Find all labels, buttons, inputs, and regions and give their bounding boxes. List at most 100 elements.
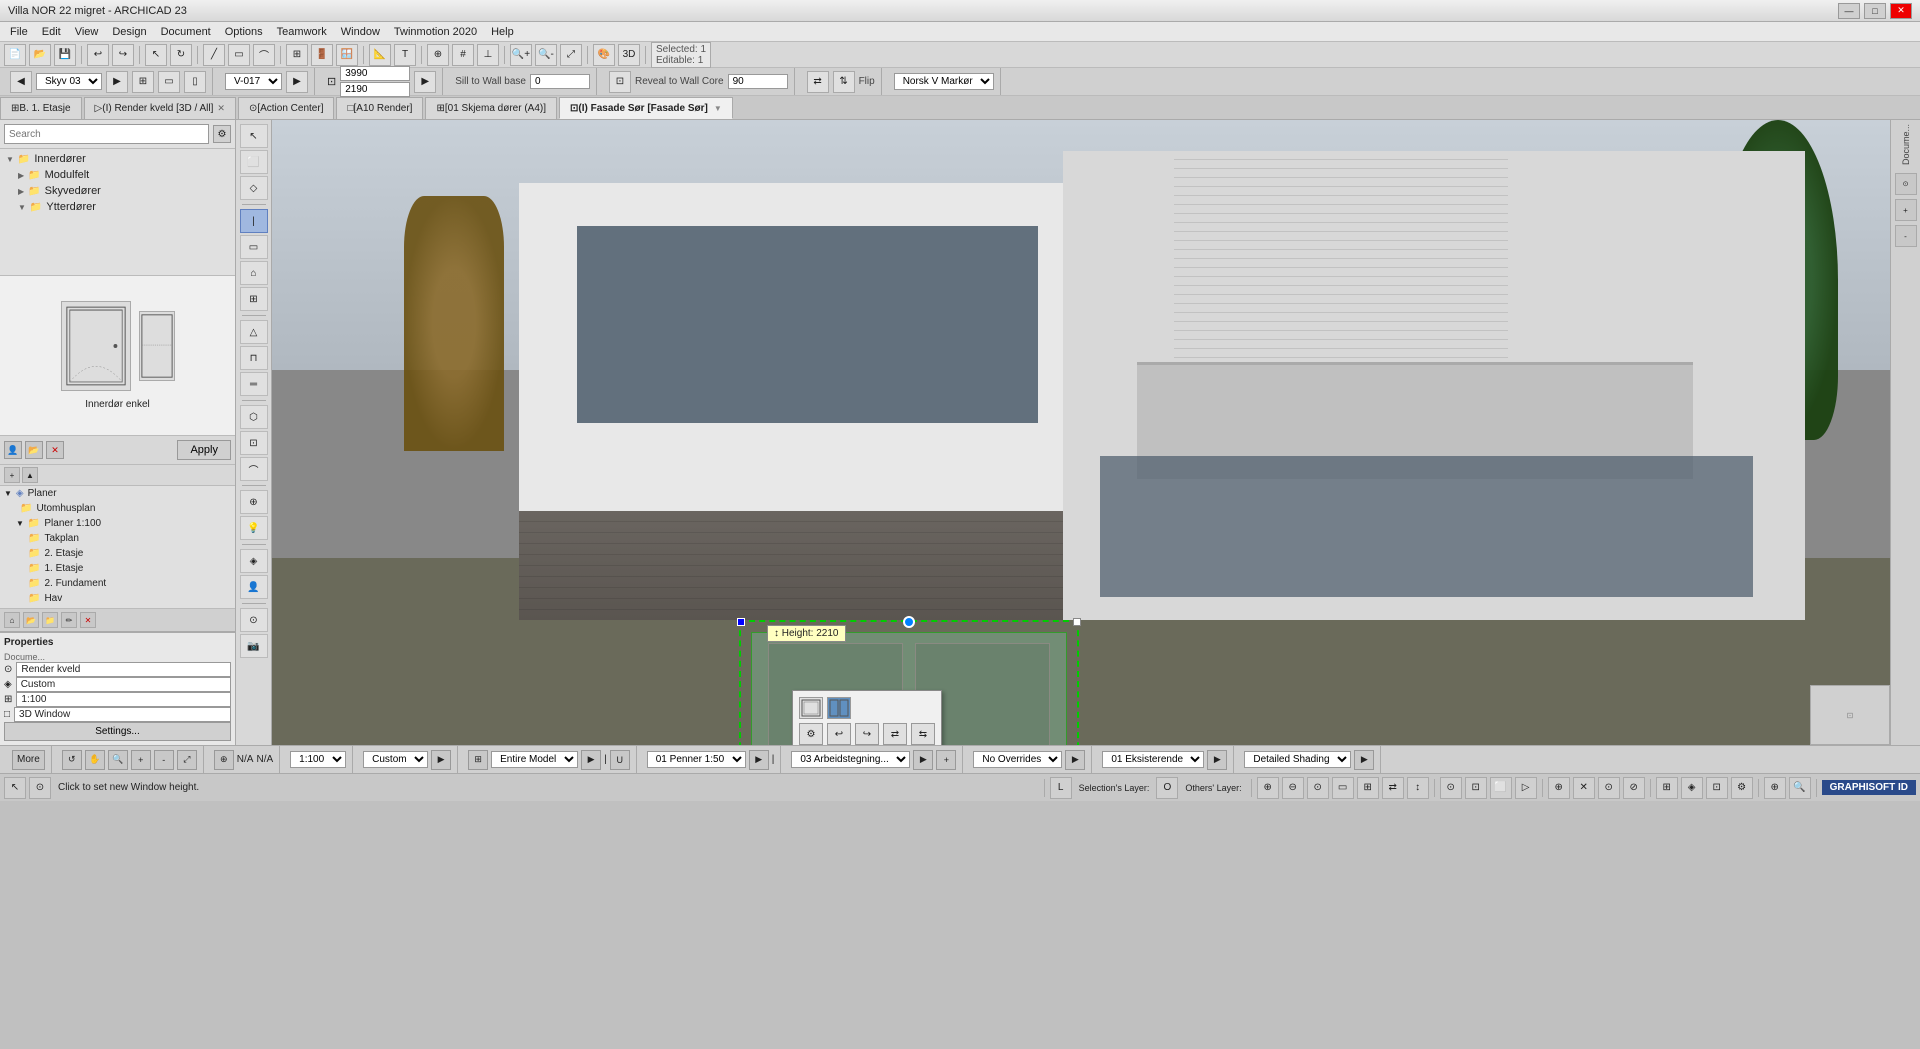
model-extra-btn[interactable]: U: [610, 750, 630, 770]
reveal-icon-btn[interactable]: ⊡: [609, 71, 631, 93]
menu-options[interactable]: Options: [219, 25, 269, 39]
sb2-extra-2[interactable]: ⊖: [1282, 777, 1304, 799]
sb2-extra-8[interactable]: ⊕: [1548, 777, 1570, 799]
nav-add-btn[interactable]: +: [4, 467, 20, 483]
layer-edit-btn[interactable]: ✏: [61, 612, 77, 628]
sb2-extra-4[interactable]: ▭: [1332, 777, 1354, 799]
menu-document[interactable]: Document: [155, 25, 217, 39]
sb2-extra-12[interactable]: ⊞: [1656, 777, 1678, 799]
penner-dropdown[interactable]: 01 Penner 1:50: [647, 751, 746, 768]
menu-teamwork[interactable]: Teamwork: [271, 25, 333, 39]
graphisoft-logo[interactable]: GRAPHISOFT ID: [1822, 780, 1916, 795]
tab-action-center[interactable]: ⊙ [Action Center]: [238, 97, 335, 119]
tab-fasade-sor[interactable]: ⊡ (I) Fasade Sør [Fasade Sør] ▼: [559, 97, 733, 119]
door-tool[interactable]: 🚪: [311, 44, 333, 66]
view-type-2[interactable]: ▭: [158, 71, 180, 93]
tab-a10-render[interactable]: □ [A10 Render]: [336, 97, 423, 119]
3d-btn[interactable]: 3D: [618, 44, 640, 66]
search-gear-btn[interactable]: ⚙: [213, 125, 231, 143]
tree-item-ytterdorer[interactable]: ▼ 📁 Ytterdører: [2, 199, 233, 215]
door-thumbnail-alt[interactable]: [139, 311, 175, 381]
layer-planer-100[interactable]: ▼ 📁 Planer 1:100: [0, 516, 235, 531]
existing-dropdown[interactable]: 01 Eksisterende: [1102, 751, 1204, 768]
more-label[interactable]: More: [12, 750, 45, 770]
slab-btn[interactable]: ▭: [240, 235, 268, 259]
menu-window[interactable]: Window: [335, 25, 386, 39]
arbeid-extra-btn[interactable]: +: [936, 750, 956, 770]
sb2-extra-9[interactable]: ✕: [1573, 777, 1595, 799]
view-type-1[interactable]: ⊞: [132, 71, 154, 93]
tree-item-modulfelt[interactable]: ▶ 📁 Modulfelt: [2, 167, 233, 183]
custom-arrow-btn[interactable]: ▶: [431, 750, 451, 770]
menu-edit[interactable]: Edit: [36, 25, 67, 39]
layer-takplan-1[interactable]: 📁 Takplan: [0, 531, 235, 546]
maximize-button[interactable]: □: [1864, 3, 1886, 19]
layer-utomhusplan[interactable]: 📁 Utomhusplan: [0, 501, 235, 516]
model-icon-btn[interactable]: ⊞: [468, 750, 488, 770]
object-btn[interactable]: ⊕: [240, 490, 268, 514]
menu-twinmotion[interactable]: Twinmotion 2020: [388, 25, 483, 39]
wall-tool[interactable]: ⊞: [286, 44, 308, 66]
settings-button[interactable]: Settings...: [4, 722, 231, 741]
doc-btn-3[interactable]: -: [1895, 225, 1917, 247]
magic-wand-btn[interactable]: ◇: [240, 176, 268, 200]
undo-btn[interactable]: ↩: [87, 44, 109, 66]
fit-all-btn[interactable]: ⤢: [177, 750, 197, 770]
doc-btn-1[interactable]: ⊙: [1895, 173, 1917, 195]
menu-view[interactable]: View: [69, 25, 105, 39]
beam-btn[interactable]: ═: [240, 372, 268, 396]
popup-double-btn[interactable]: [827, 697, 851, 719]
roof-btn[interactable]: ⌂: [240, 261, 268, 285]
sb2-extra-6[interactable]: ⇄: [1382, 777, 1404, 799]
override-arrow-btn[interactable]: ▶: [1065, 750, 1085, 770]
sb2-toggle-1[interactable]: ⊙: [1440, 777, 1462, 799]
view-selector[interactable]: Skyv 03: [36, 73, 102, 90]
sb2-other-btn[interactable]: O: [1156, 777, 1178, 799]
search-input[interactable]: [4, 124, 209, 144]
new-btn[interactable]: 📄: [4, 44, 26, 66]
snap-btn[interactable]: ⊕: [427, 44, 449, 66]
popup-settings-btn[interactable]: ⚙: [799, 723, 823, 745]
tab-floor-plan[interactable]: ⊞ B. 1. Etasje: [0, 97, 82, 119]
nav-up-btn[interactable]: ▲: [22, 467, 38, 483]
popup-rotate-l-btn[interactable]: ⇄: [883, 723, 907, 745]
tab-menu-icon[interactable]: ▼: [714, 104, 722, 113]
view-next-btn[interactable]: ▶: [106, 71, 128, 93]
arbeid-arrow-btn[interactable]: ▶: [913, 750, 933, 770]
model-dropdown[interactable]: Entire Model: [491, 751, 578, 768]
close-button[interactable]: ✕: [1890, 3, 1912, 19]
menu-help[interactable]: Help: [485, 25, 520, 39]
sb2-extra-13[interactable]: ◈: [1681, 777, 1703, 799]
sb2-extra-16[interactable]: ⊕: [1764, 777, 1786, 799]
scale-dropdown[interactable]: 1:100: [290, 751, 346, 768]
render-value[interactable]: Render kveld: [16, 662, 231, 677]
grid-btn[interactable]: #: [452, 44, 474, 66]
arbeid-dropdown[interactable]: 03 Arbeidstegning...: [791, 751, 910, 768]
handle-tl[interactable]: [737, 618, 745, 626]
arrow-tool[interactable]: ↖: [145, 44, 167, 66]
reveal-input[interactable]: [728, 74, 788, 89]
fit-btn[interactable]: ⤢: [560, 44, 582, 66]
text-tool[interactable]: T: [394, 44, 416, 66]
minimize-button[interactable]: —: [1838, 3, 1860, 19]
layer-2etasje-1[interactable]: 📁 2. Etasje: [0, 546, 235, 561]
zoom-in-btn[interactable]: 🔍+: [510, 44, 532, 66]
flip-h-btn[interactable]: ⇄: [807, 71, 829, 93]
scale-value[interactable]: 1:100: [16, 692, 231, 707]
layer-1etasje-1[interactable]: 📁 1. Etasje: [0, 561, 235, 576]
sb2-toggle-2[interactable]: ⊡: [1465, 777, 1487, 799]
handle-top-center[interactable]: [903, 616, 915, 628]
view-prev-btn[interactable]: ◀: [10, 71, 32, 93]
handle-tr[interactable]: [1073, 618, 1081, 626]
zoom-btn[interactable]: 🔍: [108, 750, 128, 770]
menu-design[interactable]: Design: [106, 25, 152, 39]
layer-planer-group[interactable]: ▼ ◈ Planer: [0, 486, 235, 501]
sb2-extra-15[interactable]: ⚙: [1731, 777, 1753, 799]
zone-btn[interactable]: ⬡: [240, 405, 268, 429]
doc-btn-2[interactable]: +: [1895, 199, 1917, 221]
save-btn[interactable]: 💾: [54, 44, 76, 66]
dim-y-input[interactable]: [340, 82, 410, 97]
window-tool[interactable]: 🪟: [336, 44, 358, 66]
sb2-select-btn[interactable]: ↖: [4, 777, 26, 799]
sb2-extra-1[interactable]: ⊕: [1257, 777, 1279, 799]
